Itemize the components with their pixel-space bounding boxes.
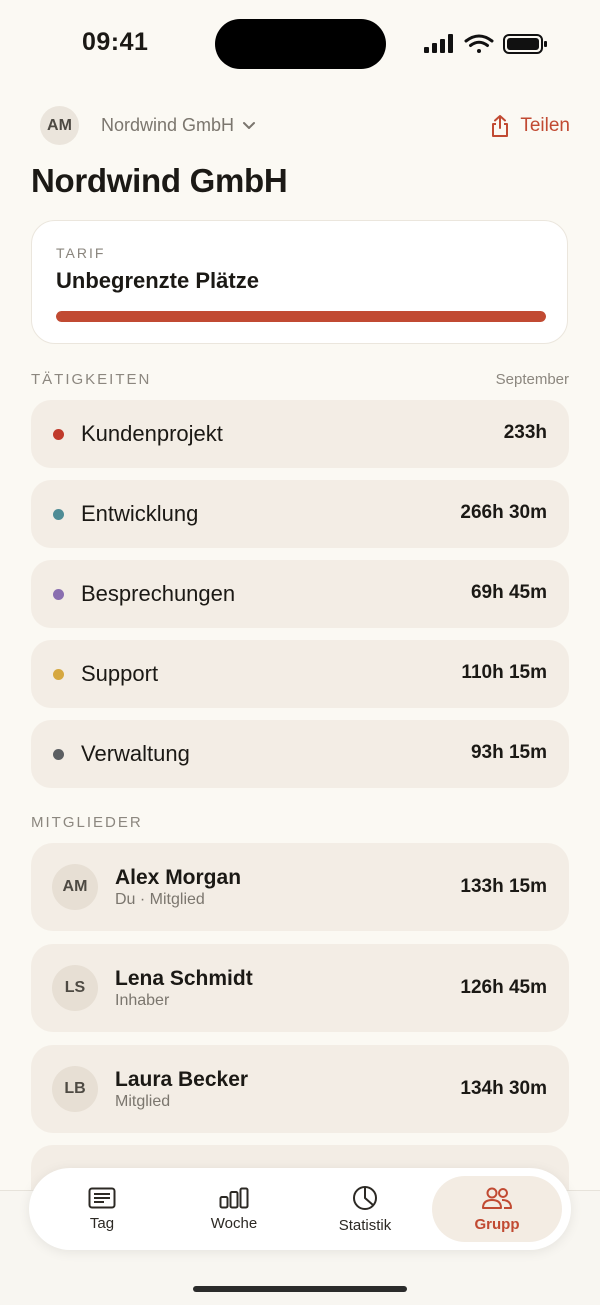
member-row[interactable]: LB Laura Becker Mitglied 134h 30m <box>31 1045 569 1133</box>
member-avatar: LB <box>52 1066 98 1112</box>
tab-label: Grupp <box>474 1215 520 1233</box>
plan-card: TARIF Unbegrenzte Plätze <box>31 220 568 344</box>
member-role: Inhaber <box>115 992 170 1009</box>
user-avatar[interactable]: AM <box>40 106 79 145</box>
home-indicator <box>193 1286 407 1292</box>
member-name: Lena Schmidt <box>115 967 253 990</box>
member-avatar: AM <box>52 864 98 910</box>
member-name: Laura Becker <box>115 1068 249 1091</box>
pie-chart-icon <box>353 1185 377 1210</box>
header-row: AM Nordwind GmbH Teilen <box>40 104 570 148</box>
member-role: Mitglied <box>115 1093 171 1110</box>
member-avatar: LS <box>52 965 98 1011</box>
activities-heading: TÄTIGKEITEN September <box>31 371 569 388</box>
member-role: Du · Mitglied <box>115 891 205 908</box>
activity-duration: 69h 45m <box>470 582 547 603</box>
tab-statistik[interactable]: Statistik <box>300 1176 430 1242</box>
activity-name: Entwicklung <box>81 501 199 526</box>
activity-row-kundenprojekt[interactable]: Kundenprojekt 233h <box>31 400 569 468</box>
plan-name: Unbegrenzte Plätze <box>56 268 259 293</box>
tab-bar: Tag Woche Statistik Grupp <box>29 1168 571 1250</box>
activities-period: September <box>495 371 569 388</box>
status-icons <box>424 34 547 54</box>
activity-row-verwaltung[interactable]: Verwaltung 93h 15m <box>31 720 569 788</box>
activity-color-dot <box>53 589 64 600</box>
activity-row-besprechungen[interactable]: Besprechungen 69h 45m <box>31 560 569 628</box>
week-bars-icon <box>219 1187 249 1208</box>
tab-label: Statistik <box>338 1216 392 1234</box>
status-bar: 09:41 <box>0 0 600 90</box>
tab-label: Tag <box>89 1214 115 1232</box>
status-time: 09:41 <box>82 28 149 56</box>
chevron-down-icon <box>243 121 256 129</box>
day-list-icon <box>88 1187 116 1208</box>
share-icon <box>492 115 509 137</box>
activity-row-support[interactable]: Support 110h 15m <box>31 640 569 708</box>
member-duration: 126h 45m <box>460 977 547 998</box>
activity-color-dot <box>53 669 64 680</box>
group-icon <box>482 1187 512 1209</box>
activity-duration: 93h 15m <box>470 742 547 763</box>
activity-duration: 110h 15m <box>461 662 547 683</box>
wifi-icon <box>464 34 494 53</box>
members-heading: MITGLIEDER <box>31 814 143 831</box>
activity-color-dot <box>53 749 64 760</box>
activity-name: Kundenprojekt <box>81 421 223 446</box>
activity-duration: 233h <box>503 422 547 443</box>
cellular-signal-icon <box>424 34 453 53</box>
org-switcher[interactable]: Nordwind GmbH <box>101 115 256 136</box>
tab-label: Woche <box>210 1214 258 1232</box>
activity-duration: 266h 30m <box>460 502 547 523</box>
member-row[interactable]: LS Lena Schmidt Inhaber 126h 45m <box>31 944 569 1032</box>
tab-grupp[interactable]: Grupp <box>432 1176 562 1242</box>
member-name: Alex Morgan <box>115 866 242 889</box>
member-duration: 134h 30m <box>460 1078 547 1099</box>
battery-icon <box>503 34 547 54</box>
member-row[interactable]: AM Alex Morgan Du · Mitglied 133h 15m <box>31 843 569 931</box>
tab-tag[interactable]: Tag <box>37 1176 167 1242</box>
plan-label: TARIF <box>56 245 106 261</box>
share-button[interactable]: Teilen <box>490 114 570 138</box>
plan-usage-bar <box>56 311 546 322</box>
activity-row-entwicklung[interactable]: Entwicklung 266h 30m <box>31 480 569 548</box>
activities-heading-label: TÄTIGKEITEN <box>31 371 152 388</box>
activity-name: Verwaltung <box>81 741 190 766</box>
activity-color-dot <box>53 509 64 520</box>
activity-name: Besprechungen <box>81 581 236 606</box>
member-duration: 133h 15m <box>460 876 547 897</box>
org-switcher-label: Nordwind GmbH <box>101 115 235 135</box>
page-title: Nordwind GmbH <box>31 162 288 199</box>
plan-usage-fill <box>56 311 546 322</box>
activity-name: Support <box>81 661 159 686</box>
dynamic-island <box>215 19 386 69</box>
share-label: Teilen <box>520 115 570 136</box>
activity-color-dot <box>53 429 64 440</box>
tab-woche[interactable]: Woche <box>169 1176 299 1242</box>
